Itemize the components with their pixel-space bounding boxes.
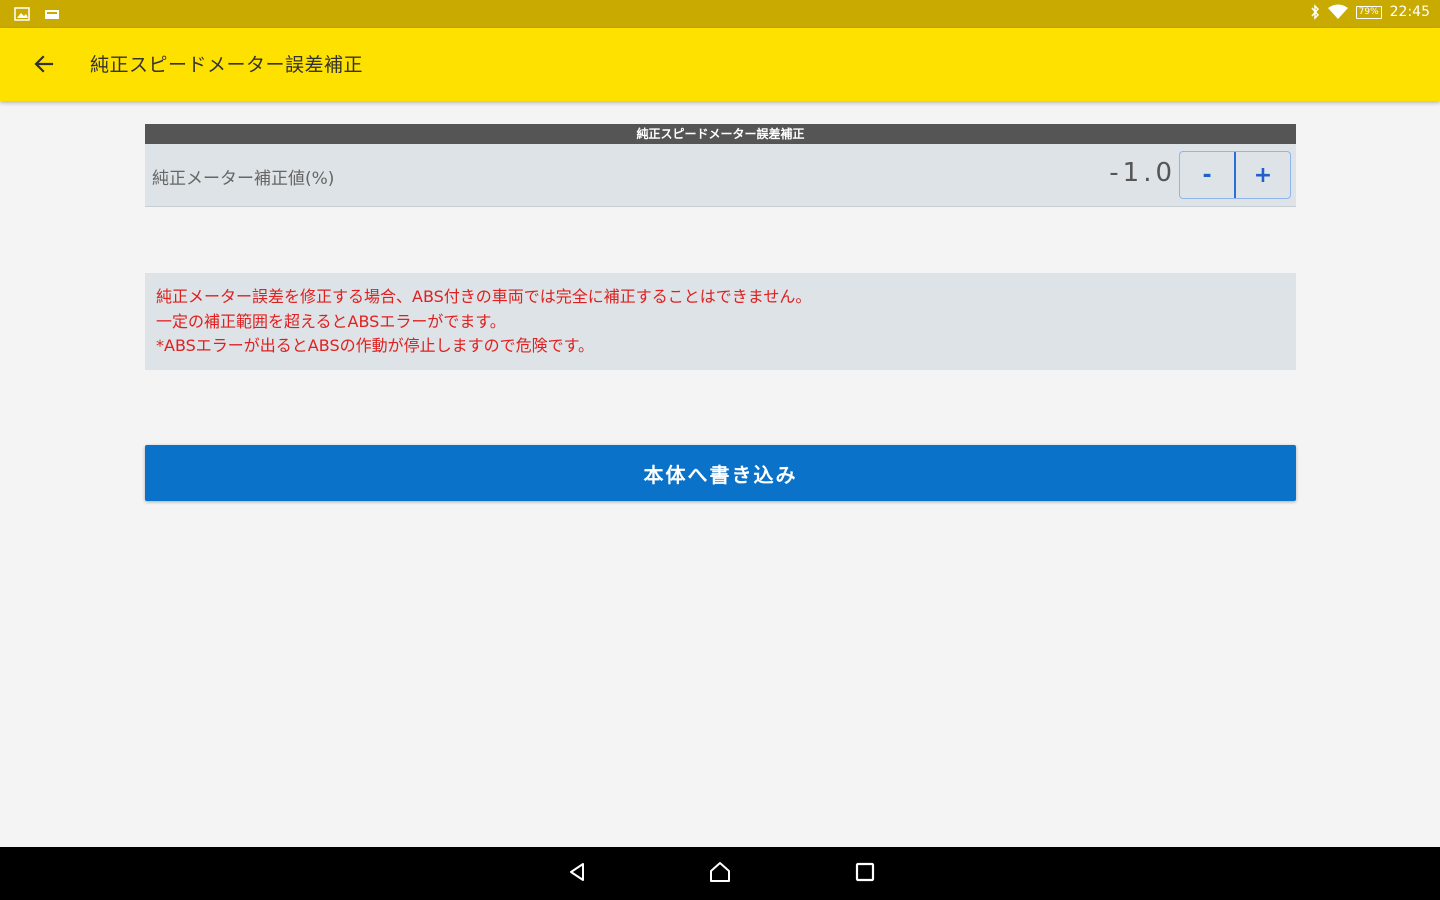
- nav-home-button[interactable]: [706, 860, 734, 888]
- abs-warning-box: 純正メーター誤差を修正する場合、ABS付きの車両では完全に補正することはできませ…: [145, 273, 1296, 370]
- meter-correction-row: 純正メーター補正値(%) -1.0 - +: [145, 144, 1296, 207]
- warning-line: *ABSエラーが出るとABSの作動が停止しますので危険です。: [156, 336, 594, 355]
- increment-button[interactable]: +: [1236, 152, 1290, 198]
- system-status: 79% 22:45: [1310, 4, 1430, 20]
- warning-line: 一定の補正範囲を超えるとABSエラーがでます。: [156, 311, 506, 331]
- nav-recents-button[interactable]: [851, 860, 879, 888]
- decrement-button[interactable]: -: [1180, 152, 1234, 198]
- section-header: 純正スピードメーター誤差補正: [145, 124, 1296, 144]
- status-bar: 79% 22:45: [0, 0, 1440, 28]
- recents-square-icon: [855, 862, 875, 886]
- system-nav-bar: [0, 847, 1440, 900]
- status-time: 22:45: [1389, 4, 1430, 20]
- battery-icon: 79%: [1355, 5, 1382, 19]
- image-notification-icon: [14, 6, 30, 21]
- meter-correction-label: 純正メーター補正値(%): [152, 169, 335, 189]
- battery-level: 79%: [1358, 6, 1379, 17]
- correction-stepper: - +: [1179, 151, 1291, 199]
- nav-back-button[interactable]: [563, 860, 591, 888]
- back-button[interactable]: [26, 48, 62, 84]
- write-to-device-button[interactable]: 本体へ書き込み: [145, 445, 1296, 501]
- meter-correction-value: -1.0: [1109, 158, 1176, 188]
- app-notification-icon: [44, 6, 60, 20]
- home-icon: [708, 860, 732, 888]
- wifi-icon: [1327, 4, 1348, 20]
- app-bar: 純正スピードメーター誤差補正: [0, 28, 1440, 101]
- back-triangle-icon: [566, 861, 588, 887]
- warning-line: 純正メーター誤差を修正する場合、ABS付きの車両では完全に補正することはできませ…: [156, 287, 812, 306]
- arrow-left-icon: [34, 55, 54, 77]
- notification-icons: [14, 6, 60, 21]
- page-title: 純正スピードメーター誤差補正: [90, 54, 364, 76]
- bluetooth-icon: [1310, 4, 1320, 20]
